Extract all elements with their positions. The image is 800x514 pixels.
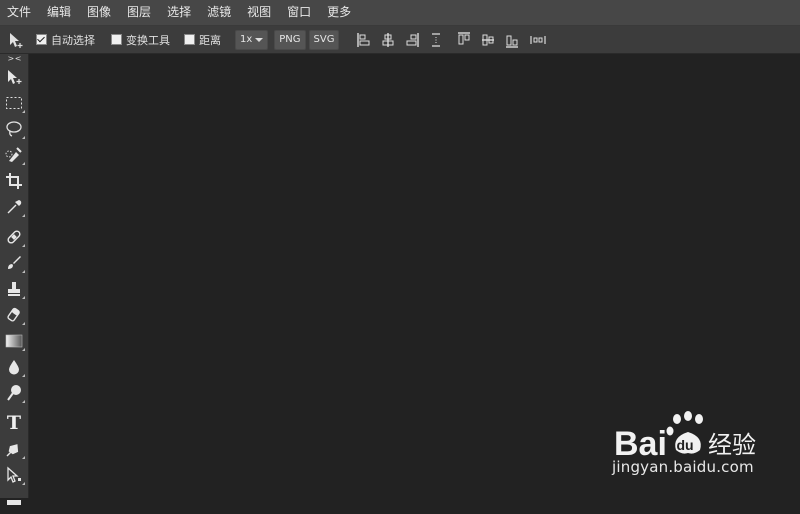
align-middle-icon[interactable] bbox=[481, 32, 495, 48]
align-center-icon[interactable] bbox=[381, 32, 395, 48]
brush-tool[interactable] bbox=[0, 250, 28, 276]
logo-text-right: 经验 bbox=[708, 431, 756, 459]
gradient-tool[interactable] bbox=[0, 328, 28, 354]
tool-submenu-indicator bbox=[22, 270, 25, 273]
distance-option[interactable]: 距离 bbox=[184, 32, 221, 48]
scale-value: 1x bbox=[240, 33, 253, 45]
menu-more[interactable]: 更多 bbox=[320, 0, 360, 25]
scale-dropdown[interactable]: 1x bbox=[235, 29, 269, 50]
eraser-icon bbox=[7, 307, 20, 322]
crop-icon bbox=[6, 173, 22, 189]
watermark-url: jingyan.baidu.com bbox=[612, 458, 754, 476]
distribute-horizontal-icon[interactable] bbox=[529, 32, 547, 48]
eyedropper-icon bbox=[7, 200, 22, 214]
type-tool[interactable]: T bbox=[0, 410, 28, 436]
tool-submenu-indicator bbox=[22, 136, 25, 139]
rect-select-icon bbox=[6, 97, 22, 109]
blur-tool[interactable] bbox=[0, 354, 28, 380]
options-bar: 自动选择 变换工具 距离 1x PNG SVG bbox=[0, 26, 800, 54]
tool-submenu-indicator bbox=[22, 482, 25, 485]
transform-option[interactable]: 变换工具 bbox=[111, 32, 170, 48]
path-select-tool[interactable] bbox=[0, 462, 28, 488]
auto-select-checkbox[interactable] bbox=[36, 34, 47, 45]
menu-edit[interactable]: 编辑 bbox=[40, 0, 80, 25]
rectangle-icon bbox=[7, 500, 21, 505]
move-tool-preset[interactable] bbox=[4, 29, 28, 51]
menu-bar: 文件 编辑 图像 图层 选择 滤镜 视图 窗口 更多 bbox=[0, 0, 800, 26]
tool-submenu-indicator bbox=[22, 456, 25, 459]
lasso-icon bbox=[6, 121, 22, 137]
align-right-icon[interactable] bbox=[405, 32, 420, 48]
align-top-icon[interactable] bbox=[457, 31, 471, 48]
tools-panel: > < T bbox=[0, 54, 29, 505]
quick-select-icon bbox=[5, 147, 22, 162]
dodge-tool[interactable] bbox=[0, 380, 28, 406]
move-tool[interactable] bbox=[0, 64, 28, 90]
tool-submenu-indicator bbox=[22, 244, 25, 247]
type-icon: T bbox=[6, 412, 22, 434]
crop-tool[interactable] bbox=[0, 168, 28, 194]
svg-text:du: du bbox=[676, 437, 693, 453]
bandage-icon bbox=[7, 230, 21, 244]
marquee-tool[interactable] bbox=[0, 90, 28, 116]
brush-icon bbox=[8, 256, 21, 269]
auto-select-option[interactable]: 自动选择 bbox=[36, 32, 95, 48]
menu-select[interactable]: 选择 bbox=[160, 0, 200, 25]
align-bottom-icon[interactable] bbox=[505, 32, 519, 48]
eyedropper-tool[interactable] bbox=[0, 194, 28, 220]
gradient-icon bbox=[5, 334, 23, 348]
stamp-icon bbox=[8, 282, 20, 296]
tool-submenu-indicator bbox=[22, 296, 25, 299]
distance-checkbox[interactable] bbox=[184, 34, 195, 45]
path-select-icon bbox=[7, 466, 21, 483]
menu-view[interactable]: 视图 bbox=[240, 0, 280, 25]
menu-layer[interactable]: 图层 bbox=[120, 0, 160, 25]
stamp-tool[interactable] bbox=[0, 276, 28, 302]
dodge-icon bbox=[7, 385, 21, 401]
move-arrow-icon bbox=[10, 32, 23, 48]
menu-image[interactable]: 图像 bbox=[80, 0, 120, 25]
eraser-tool[interactable] bbox=[0, 302, 28, 328]
tool-submenu-indicator bbox=[22, 322, 25, 325]
quick-select-tool[interactable] bbox=[0, 142, 28, 168]
move-tool-icon bbox=[8, 70, 22, 84]
align-left-icon[interactable] bbox=[357, 32, 371, 48]
tool-submenu-indicator bbox=[22, 400, 25, 403]
healing-tool[interactable] bbox=[0, 224, 28, 250]
pen-tool[interactable] bbox=[0, 436, 28, 462]
tool-submenu-indicator bbox=[22, 162, 25, 165]
menu-file[interactable]: 文件 bbox=[0, 0, 40, 25]
transform-checkbox[interactable] bbox=[111, 34, 122, 45]
tool-submenu-indicator bbox=[22, 214, 25, 217]
lasso-tool[interactable] bbox=[0, 116, 28, 142]
chevron-down-icon bbox=[255, 37, 264, 42]
tool-submenu-indicator bbox=[22, 348, 25, 351]
svg-export-button[interactable]: SVG bbox=[308, 29, 340, 50]
menu-filter[interactable]: 滤镜 bbox=[200, 0, 240, 25]
shape-tool[interactable] bbox=[0, 488, 28, 514]
tool-submenu-indicator bbox=[22, 110, 25, 113]
png-export-button[interactable]: PNG bbox=[274, 29, 306, 50]
distribute-vertical-icon[interactable] bbox=[429, 32, 443, 48]
transform-label: 变换工具 bbox=[126, 33, 170, 47]
water-drop-icon bbox=[9, 360, 19, 375]
distance-label: 距离 bbox=[199, 33, 221, 47]
tool-submenu-indicator bbox=[22, 374, 25, 377]
auto-select-label: 自动选择 bbox=[51, 33, 95, 47]
pen-icon bbox=[6, 444, 19, 457]
collapse-toggle[interactable]: > < bbox=[0, 54, 28, 64]
menu-window[interactable]: 窗口 bbox=[280, 0, 320, 25]
